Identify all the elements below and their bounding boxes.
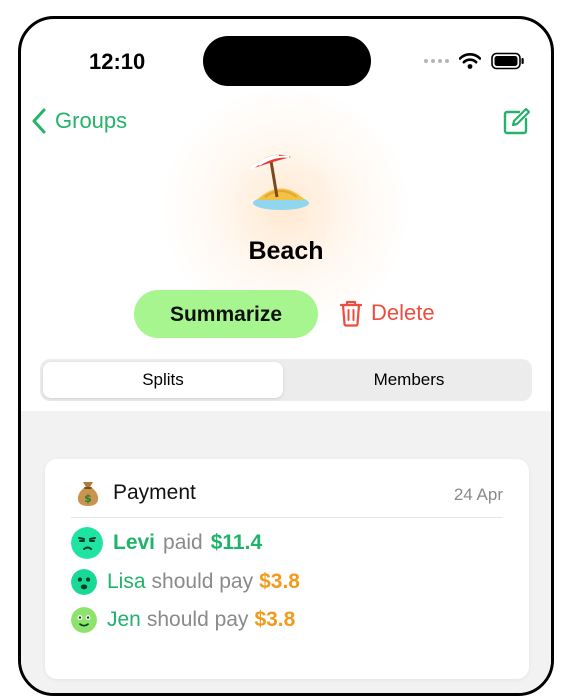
payer-verb: paid <box>163 531 203 554</box>
payer-name: Levi <box>113 531 156 554</box>
payment-card[interactable]: $ Payment 24 Apr Levi paid $11.4 Lisa sh… <box>45 459 529 679</box>
svg-text:$: $ <box>84 492 92 505</box>
payer-amount: $11.4 <box>210 531 263 554</box>
split-row-lisa: Lisa should pay $3.8 <box>71 569 300 595</box>
card-header: $ Payment <box>75 479 196 507</box>
card-date: 24 Apr <box>453 485 503 504</box>
compose-button[interactable] <box>501 107 531 142</box>
split-row-levi: Levi paid $11.4 <box>71 527 262 559</box>
split-row-jen: Jen should pay $3.8 <box>71 607 295 633</box>
card-divider <box>71 517 503 518</box>
tab-members[interactable]: Members <box>289 362 529 398</box>
signal-icon <box>424 59 449 63</box>
dynamic-island <box>203 36 371 86</box>
tab-splits[interactable]: Splits <box>43 362 283 398</box>
status-icons <box>424 49 525 73</box>
status-time: 12:10 <box>89 49 146 74</box>
money-bag-icon: $ <box>77 482 99 506</box>
member-amount: $3.8 <box>254 608 296 631</box>
card-title: Payment <box>113 481 196 504</box>
segmented-control: Splits Members <box>40 359 532 401</box>
group-title: Beach <box>248 237 324 265</box>
trash-icon <box>339 300 363 327</box>
member-verb: should pay <box>151 570 254 593</box>
avatar-lisa <box>71 569 97 595</box>
member-verb: should pay <box>146 608 249 631</box>
delete-label: Delete <box>371 300 435 325</box>
member-name: Jen <box>107 608 141 631</box>
member-amount: $3.8 <box>259 570 300 593</box>
summarize-button[interactable]: Summarize <box>134 290 318 338</box>
member-name: Lisa <box>107 570 146 593</box>
phone-frame: 12:10 Groups Beach Summarize Delete Spli… <box>18 16 554 696</box>
wifi-icon <box>459 53 481 69</box>
beach-umbrella-icon <box>245 147 315 217</box>
back-button[interactable]: Groups <box>29 107 127 135</box>
avatar-levi <box>71 527 103 559</box>
compose-icon <box>503 107 531 135</box>
delete-button[interactable]: Delete <box>339 299 435 327</box>
avatar-jen <box>71 607 97 633</box>
battery-icon <box>491 52 524 70</box>
chevron-left-icon <box>32 108 46 134</box>
back-label: Groups <box>55 108 128 133</box>
